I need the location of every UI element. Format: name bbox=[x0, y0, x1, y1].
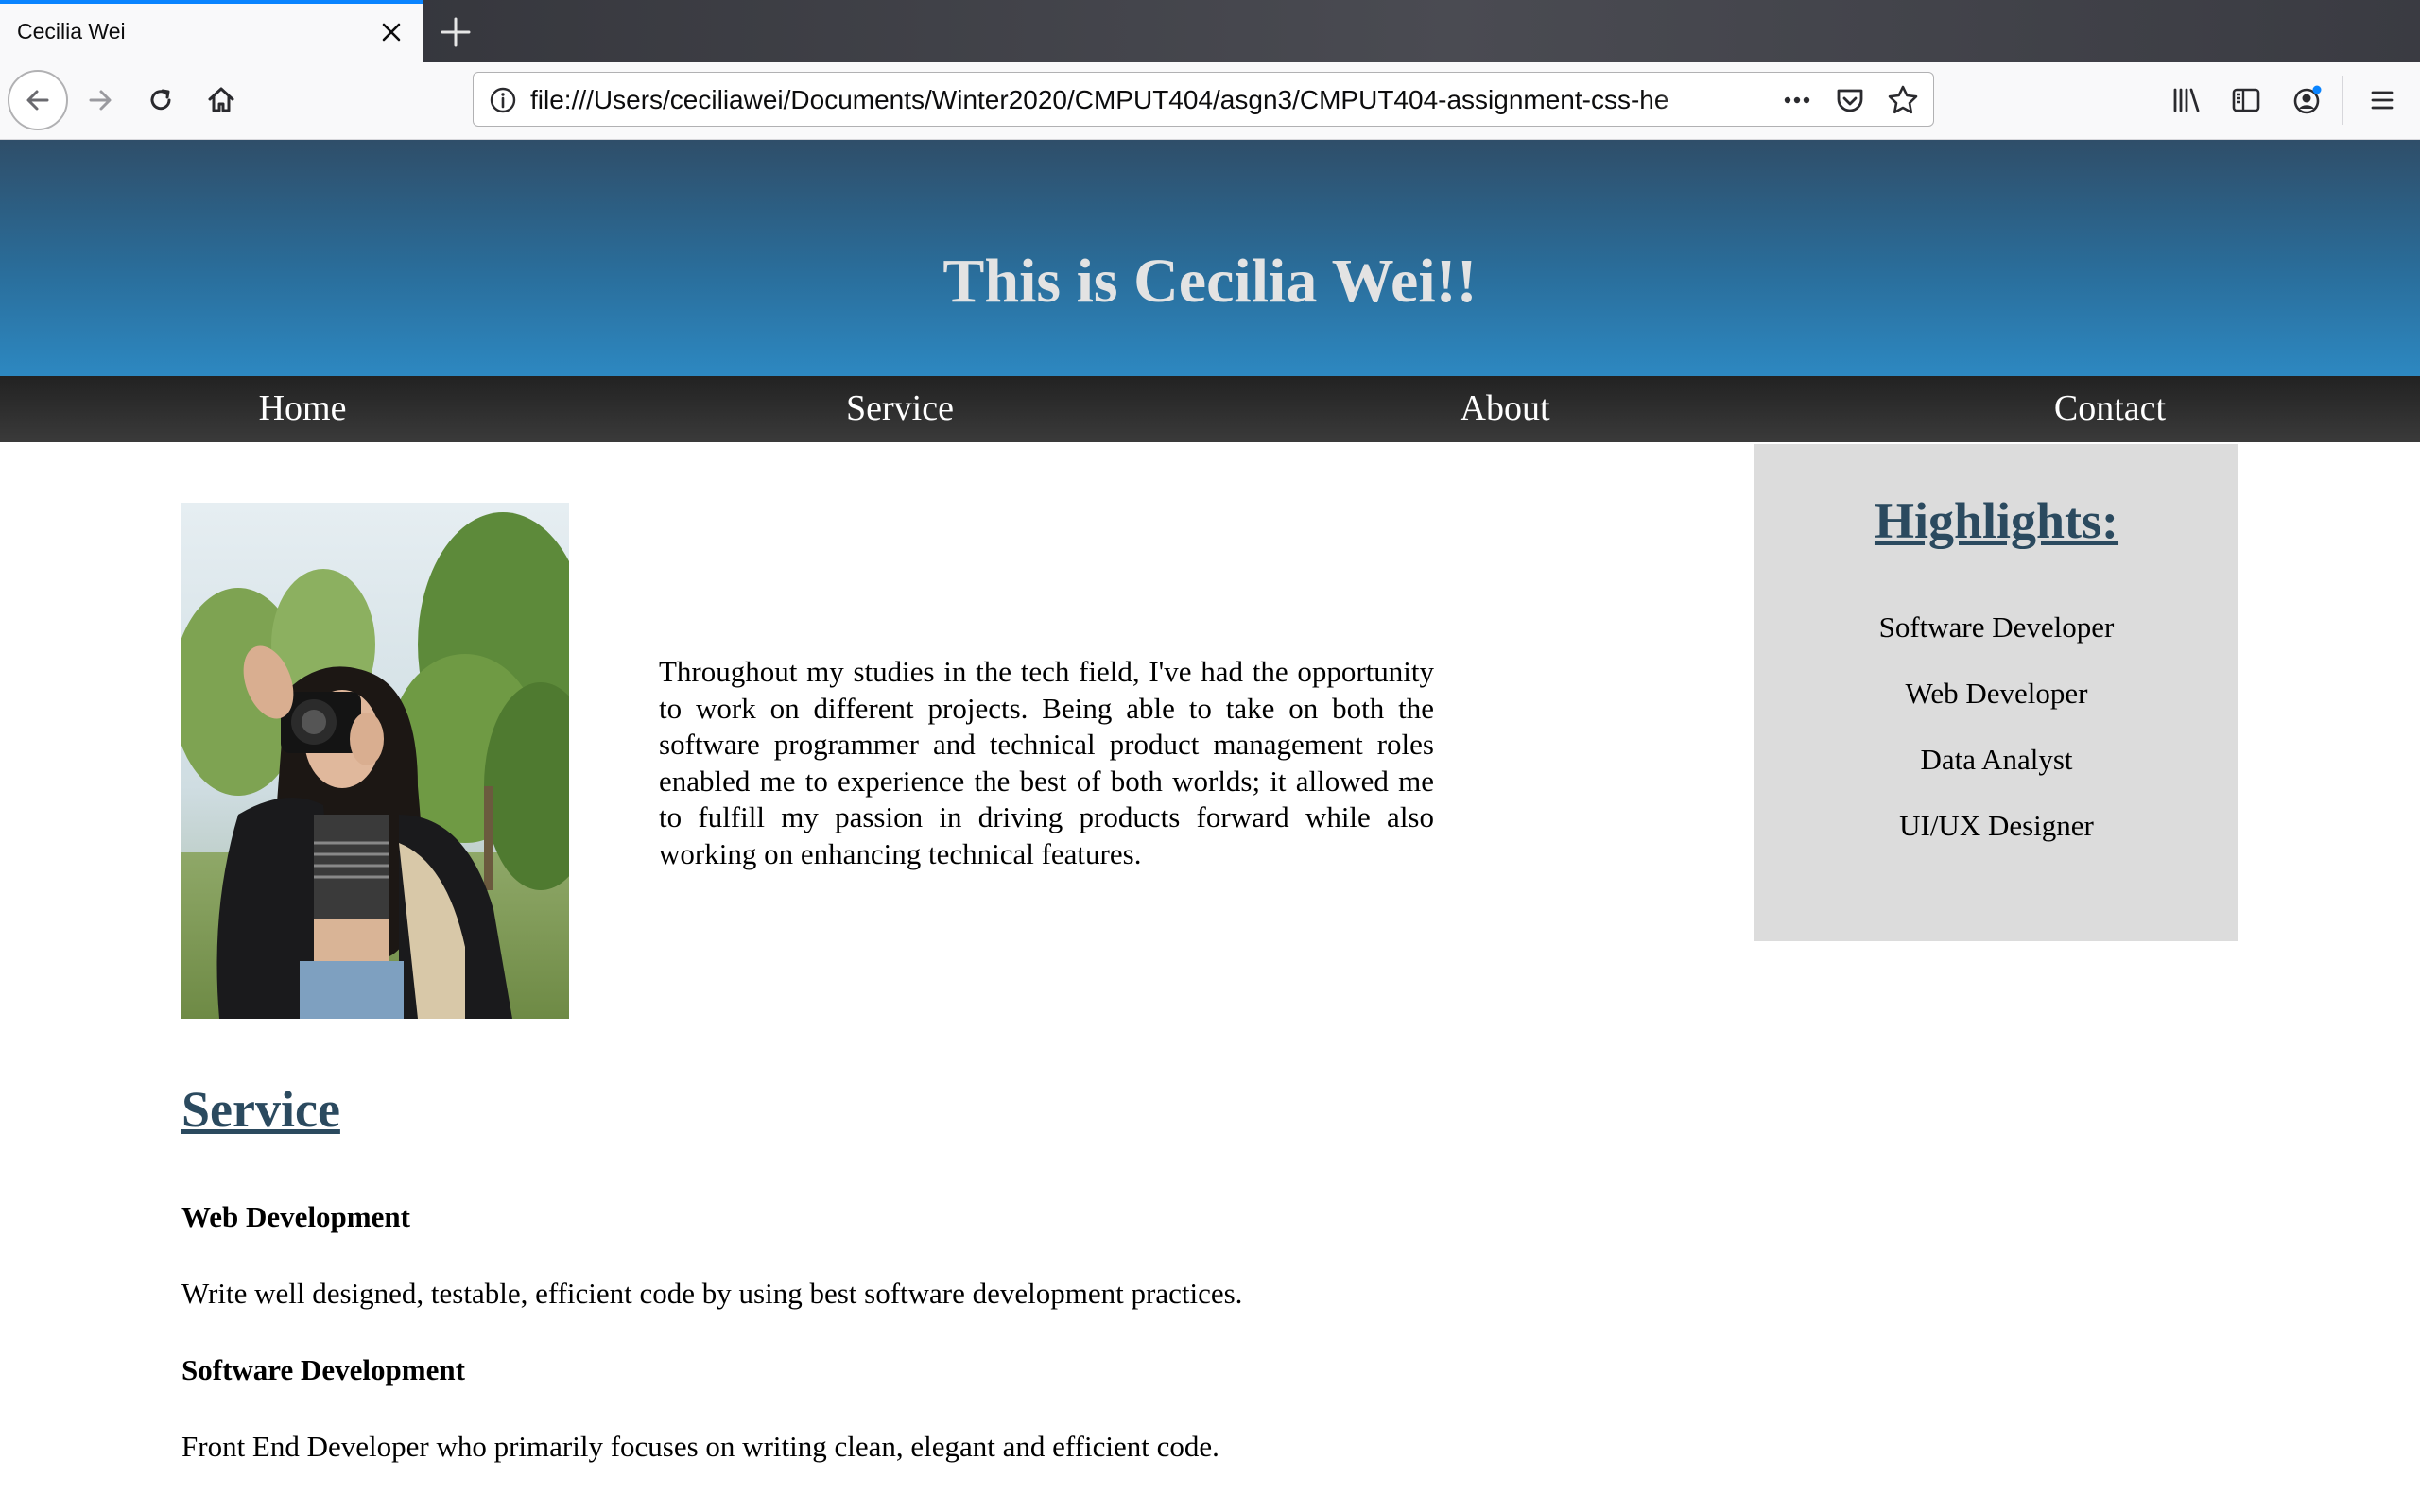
service-text-software: Front End Developer who primarily focuse… bbox=[182, 1430, 1219, 1463]
reload-button[interactable] bbox=[136, 76, 185, 125]
sidebar-icon bbox=[2232, 88, 2260, 112]
bookmark-star-icon[interactable] bbox=[1884, 81, 1922, 119]
home-button[interactable] bbox=[197, 76, 246, 125]
main-nav: Home Service About Contact bbox=[0, 376, 2420, 442]
reload-icon bbox=[150, 89, 171, 111]
page-header: This is Cecilia Wei!! bbox=[0, 140, 2420, 376]
profile-photo bbox=[182, 503, 569, 1019]
address-bar[interactable]: file:///Users/ceciliawei/Documents/Winte… bbox=[473, 72, 1934, 127]
page-title: This is Cecilia Wei!! bbox=[942, 247, 1478, 316]
nav-about[interactable]: About bbox=[1202, 386, 1807, 431]
nav-service[interactable]: Service bbox=[597, 386, 1202, 431]
service-heading-web: Web Development bbox=[182, 1200, 410, 1233]
browser-toolbar: file:///Users/ceciliawei/Documents/Winte… bbox=[0, 62, 2420, 140]
forward-button[interactable] bbox=[76, 76, 125, 125]
back-arrow-icon bbox=[26, 90, 49, 111]
highlight-item: Web Developer bbox=[1905, 677, 2088, 710]
tab-title: Cecilia Wei bbox=[17, 19, 126, 43]
library-icon bbox=[2173, 88, 2200, 112]
nav-home[interactable]: Home bbox=[0, 386, 605, 431]
home-icon bbox=[208, 87, 234, 112]
highlights-panel: Highlights: Software Developer Web Devel… bbox=[1754, 444, 2238, 941]
browser-tab[interactable]: Cecilia Wei bbox=[0, 0, 424, 62]
intro-paragraph: Throughout my studies in the tech field,… bbox=[659, 655, 1434, 870]
site-info-icon[interactable] bbox=[489, 86, 517, 114]
back-button[interactable] bbox=[8, 70, 68, 130]
new-tab-icon[interactable] bbox=[435, 11, 476, 53]
close-tab-icon[interactable] bbox=[374, 15, 408, 49]
url-text[interactable]: file:///Users/ceciliawei/Documents/Winte… bbox=[530, 85, 1712, 115]
page-actions-icon[interactable] bbox=[1778, 81, 1816, 119]
hamburger-menu-icon bbox=[2371, 91, 2394, 110]
service-title: Service bbox=[182, 1081, 340, 1138]
highlights-title: Highlights: bbox=[1874, 492, 2119, 549]
service-heading-software: Software Development bbox=[182, 1353, 465, 1386]
sidebar-toggle-button[interactable] bbox=[2221, 76, 2271, 125]
browser-tab-bar: Cecilia Wei bbox=[0, 0, 2420, 62]
account-button[interactable] bbox=[2282, 76, 2331, 125]
pocket-icon[interactable] bbox=[1831, 81, 1869, 119]
menu-button[interactable] bbox=[2358, 76, 2407, 125]
nav-contact[interactable]: Contact bbox=[1807, 386, 2412, 431]
forward-arrow-icon bbox=[89, 90, 112, 111]
account-icon bbox=[2293, 85, 2322, 114]
service-text-web: Write well designed, testable, efficient… bbox=[182, 1277, 1243, 1310]
highlight-item: Software Developer bbox=[1878, 610, 2115, 644]
highlight-item: UI/UX Designer bbox=[1899, 809, 2094, 842]
library-button[interactable] bbox=[2161, 76, 2210, 125]
highlight-item: Data Analyst bbox=[1920, 743, 2073, 776]
